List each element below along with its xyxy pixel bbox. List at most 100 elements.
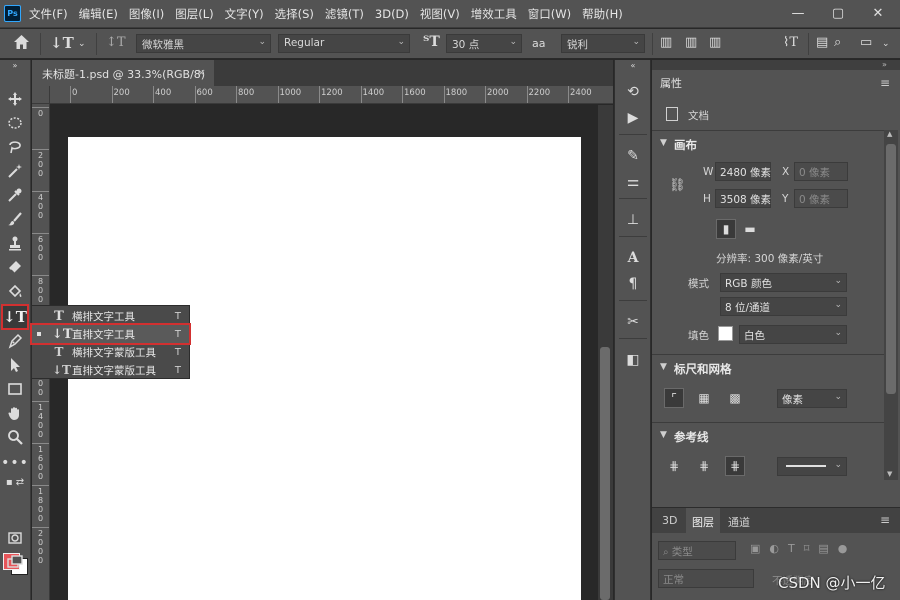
menu-3d[interactable]: 3D(D)	[375, 7, 409, 21]
blend-mode-select[interactable]: 正常	[658, 569, 754, 588]
fill-select[interactable]: 白色 ⌄	[739, 325, 847, 344]
brushes-icon[interactable]: ⚌	[622, 172, 644, 192]
align-center-icon[interactable]: ▥	[685, 35, 697, 50]
lock-guides-icon[interactable]: ⋕	[694, 456, 714, 476]
flyout-horizontal-type-tool[interactable]: T 横排文字工具 T	[32, 307, 189, 325]
canvas-vertical-scrollbar[interactable]	[598, 105, 613, 600]
horizontal-ruler[interactable]: 0 200 400 600 800 1000 1200 1400 1600 1800 2000 220…	[50, 86, 613, 104]
minimize-button[interactable]: —	[778, 2, 818, 24]
clone-source-icon[interactable]: ⊥	[622, 210, 644, 230]
mode-select[interactable]: RGB 颜色 ⌄	[720, 273, 847, 292]
menu-image[interactable]: 图像(I)	[129, 6, 164, 22]
ruler-toggle-icon[interactable]: ⌜	[664, 388, 684, 408]
panel-menu-icon[interactable]: ≡	[880, 76, 890, 90]
chevron-down-icon[interactable]: ⌄	[78, 39, 86, 49]
bit-depth-select[interactable]: 8 位/通道 ⌄	[720, 297, 847, 316]
pixel-grid-icon[interactable]: ▩	[725, 388, 745, 408]
font-size-select[interactable]: 30 点 ⌄	[446, 34, 522, 53]
rectangle-tool-icon[interactable]	[3, 378, 27, 400]
more-tools-icon[interactable]: •••	[1, 452, 28, 474]
panel-scrollbar[interactable]: ▲ ▼	[884, 130, 898, 480]
x-field[interactable]: 0 像素	[794, 162, 848, 181]
home-icon[interactable]	[13, 34, 30, 54]
clone-stamp-tool-icon[interactable]	[3, 232, 27, 254]
quick-mask-icon[interactable]	[3, 527, 27, 549]
flyout-vertical-type-tool[interactable]: ↓T 直排文字工具 T	[30, 323, 191, 345]
landscape-orientation-icon[interactable]: ▬	[740, 219, 760, 239]
menu-help[interactable]: 帮助(H)	[582, 6, 623, 22]
layer-comps-icon[interactable]: ◧	[622, 350, 644, 370]
type-tool-button[interactable]: ↓T	[1, 304, 29, 330]
collapse-toolbar-icon[interactable]: »	[3, 60, 27, 70]
tab-channels[interactable]: 通道	[722, 508, 756, 534]
portrait-orientation-icon[interactable]: ▮	[716, 219, 736, 239]
vertical-type-tool-preset-icon[interactable]: ↓T	[50, 34, 74, 52]
link-dimensions-icon[interactable]: ⛓	[669, 178, 686, 193]
marquee-tool-icon[interactable]	[3, 112, 27, 134]
guides-section-header[interactable]: ▼ 参考线	[652, 422, 884, 448]
zoom-tool-icon[interactable]	[3, 426, 27, 448]
menu-file[interactable]: 文件(F)	[29, 6, 68, 22]
character-icon[interactable]: A	[622, 248, 644, 268]
tab-layers[interactable]: 图层	[686, 508, 720, 534]
workspace-icon[interactable]: ▭	[860, 35, 872, 50]
menu-filter[interactable]: 滤镜(T)	[325, 6, 364, 22]
eraser-tool-icon[interactable]	[3, 256, 27, 278]
smart-guides-icon[interactable]: ⋕	[725, 456, 745, 476]
paint-bucket-tool-icon[interactable]	[3, 280, 27, 302]
path-selection-tool-icon[interactable]	[3, 354, 27, 376]
flyout-horizontal-type-mask-tool[interactable]: T 横排文字蒙版工具 T	[32, 343, 189, 361]
panel-menu-icon[interactable]: ≡	[880, 513, 890, 527]
paragraph-icon[interactable]: ¶	[622, 274, 644, 294]
align-bottom-icon[interactable]: ▥	[709, 35, 721, 50]
close-tab-icon[interactable]: ×	[197, 66, 206, 79]
toggle-orientation-icon[interactable]: ↕T	[106, 35, 126, 50]
brush-settings-icon[interactable]: ✎	[622, 146, 644, 166]
menu-layer[interactable]: 图层(L)	[175, 6, 213, 22]
width-field[interactable]: 2480 像素	[715, 162, 771, 181]
brush-tool-icon[interactable]	[3, 208, 27, 230]
font-style-select[interactable]: Regular ⌄	[278, 34, 410, 53]
fill-color-swatch[interactable]	[718, 326, 733, 341]
layer-filter-icons[interactable]: ▣◐T⌑▤●	[750, 542, 856, 555]
collapse-panel-icon[interactable]: »	[882, 60, 887, 69]
collapse-panels-icon[interactable]: «	[622, 60, 644, 70]
search-icon[interactable]: ⌕	[834, 35, 841, 50]
height-field[interactable]: 3508 像素	[715, 189, 771, 208]
font-family-select[interactable]: 微软雅黑 ⌄	[136, 34, 271, 53]
layer-kind-filter[interactable]: ⌕ 类型	[658, 541, 736, 560]
swap-colors-icon[interactable]: ▪ ⇄	[3, 474, 27, 490]
tab-3d[interactable]: 3D	[656, 508, 683, 534]
antialias-select[interactable]: 锐利 ⌄	[561, 34, 645, 53]
actions-play-icon[interactable]: ▶	[622, 108, 644, 128]
canvas-section-header[interactable]: ▼ 画布	[652, 130, 884, 156]
tab-properties[interactable]: 属性	[652, 70, 690, 94]
scroll-up-icon[interactable]: ▲	[887, 130, 892, 138]
units-select[interactable]: 像素 ⌄	[777, 389, 847, 408]
grid-toggle-icon[interactable]: ▦	[694, 388, 714, 408]
scrollbar-thumb[interactable]	[886, 144, 896, 394]
align-top-icon[interactable]: ▥	[660, 35, 672, 50]
scroll-down-icon[interactable]: ▼	[887, 470, 892, 478]
magic-wand-tool-icon[interactable]	[3, 160, 27, 182]
menu-edit[interactable]: 编辑(E)	[79, 6, 118, 22]
character-panel-icon[interactable]: ▤	[816, 35, 828, 50]
screen-mode-icon[interactable]	[3, 551, 27, 573]
history-icon[interactable]: ⟲	[622, 82, 644, 102]
document-tab[interactable]: 未标题-1.psd @ 33.3%(RGB/8) ×	[32, 60, 214, 86]
pen-tool-icon[interactable]	[3, 330, 27, 352]
y-field[interactable]: 0 像素	[794, 189, 848, 208]
guides-toggle-icon[interactable]: ⋕	[664, 456, 684, 476]
rulers-grids-section-header[interactable]: ▼ 标尺和网格	[652, 354, 884, 380]
move-tool-icon[interactable]	[3, 88, 27, 110]
close-window-button[interactable]: ✕	[858, 2, 898, 24]
lasso-tool-icon[interactable]	[3, 136, 27, 158]
menu-type[interactable]: 文字(Y)	[225, 6, 264, 22]
maximize-button[interactable]: ▢	[818, 2, 858, 24]
tool-presets-icon[interactable]: ✂	[622, 312, 644, 332]
guide-style-select[interactable]: ⌄	[777, 457, 847, 476]
menu-plugins[interactable]: 增效工具	[471, 6, 517, 22]
chevron-down-icon[interactable]: ⌄	[882, 39, 890, 49]
menu-window[interactable]: 窗口(W)	[528, 6, 571, 22]
hand-tool-icon[interactable]	[3, 402, 27, 424]
